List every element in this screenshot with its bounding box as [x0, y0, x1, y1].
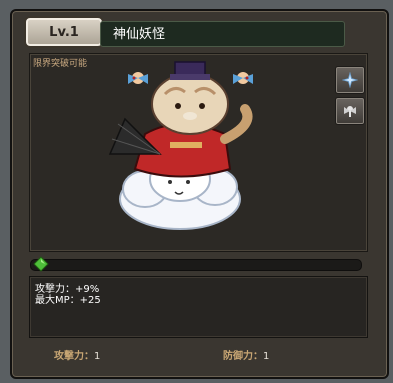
- cat-head: [151, 73, 229, 135]
- fairy-button[interactable]: [335, 97, 365, 125]
- defense-stat: 防御力：1: [223, 347, 269, 362]
- sparkle-button[interactable]: [335, 66, 365, 94]
- effect-max-mp: 最大MP：+25: [35, 295, 101, 306]
- cat-tail: [220, 104, 253, 144]
- scholar-hat-icon: [170, 61, 210, 80]
- limit-break-progress-bar: [30, 259, 362, 271]
- level-badge: Lv.1: [24, 16, 104, 48]
- attack-value: 1: [94, 351, 101, 362]
- pet-display-stage: 限界突破可能: [29, 53, 368, 252]
- attack-stat: 攻撃力：1: [54, 347, 100, 362]
- pet-name: 神仙妖怪: [113, 27, 166, 42]
- fairy-icon: [344, 106, 356, 117]
- sparkle-icon: [342, 72, 358, 88]
- level-text: Lv.1: [49, 24, 79, 40]
- pet-sprite: [108, 61, 253, 230]
- effect-stats-box: 攻撃力：+9% 最大MP：+25: [29, 276, 368, 338]
- pet-name-bar: 神仙妖怪: [100, 21, 345, 47]
- left-fairy-icon: [128, 72, 148, 84]
- green-gem-icon: [33, 256, 49, 272]
- effect-attack: 攻撃力：+9%: [35, 284, 100, 295]
- defense-label: 防御力：: [223, 351, 263, 362]
- defense-value: 1: [263, 351, 270, 362]
- right-fairy-icon: [233, 72, 253, 84]
- attack-label: 攻撃力：: [54, 351, 94, 362]
